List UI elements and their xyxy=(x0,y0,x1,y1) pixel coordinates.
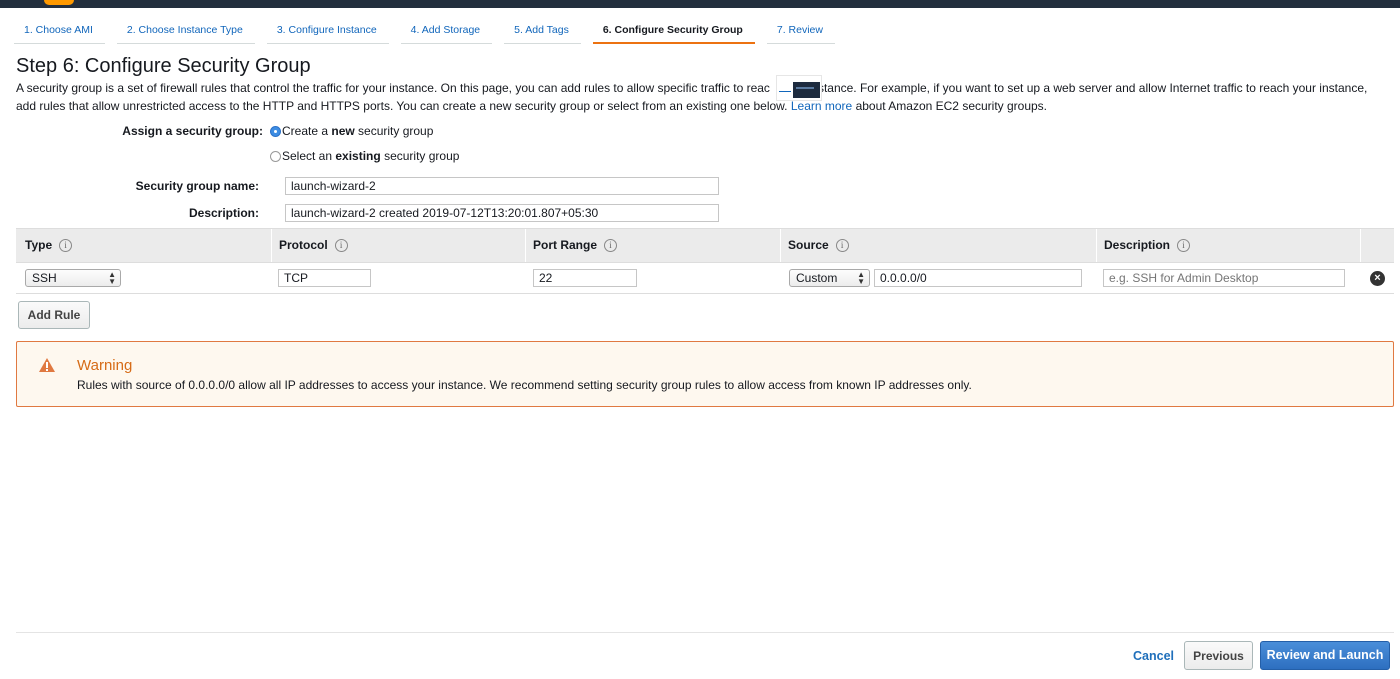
footer-divider xyxy=(16,632,1394,633)
intro-part1: A security group is a set of firewall ru… xyxy=(16,81,770,95)
warning-alert: Warning Rules with source of 0.0.0.0/0 a… xyxy=(16,341,1394,407)
radio-select-existing[interactable]: Select an existing security group xyxy=(270,149,459,163)
warning-title: Warning xyxy=(77,357,133,374)
cancel-link[interactable]: Cancel xyxy=(1133,649,1174,663)
info-icon[interactable]: i xyxy=(604,238,618,252)
info-icon[interactable]: i xyxy=(59,238,73,252)
remove-rule-icon[interactable]: × xyxy=(1370,271,1385,286)
column-divider xyxy=(780,229,781,262)
table-row: SSH ▲▼ Custom ▲▼ × xyxy=(16,263,1394,294)
column-divider xyxy=(525,229,526,262)
radio-create-new-label: Create a new security group xyxy=(282,124,434,138)
info-icon[interactable]: i xyxy=(835,238,849,252)
tab-choose-ami[interactable]: 1. Choose AMI xyxy=(14,18,105,44)
column-divider xyxy=(1360,229,1361,262)
radio-create-new-button[interactable] xyxy=(270,125,281,137)
rule-description-input[interactable] xyxy=(1103,269,1345,287)
rule-protocol-field xyxy=(278,269,371,287)
tab-add-storage[interactable]: 4. Add Storage xyxy=(400,18,493,44)
tab-configure-security-group[interactable]: 6. Configure Security Group xyxy=(592,18,755,44)
column-divider xyxy=(1096,229,1097,262)
tab-review[interactable]: 7. Review xyxy=(766,18,835,44)
col-source: Source i xyxy=(788,238,849,252)
rule-source-cidr-input[interactable] xyxy=(874,269,1082,287)
learn-more-link[interactable]: Learn more xyxy=(791,99,852,113)
intro-tail: about Amazon EC2 security groups. xyxy=(855,99,1048,113)
group-description-input[interactable] xyxy=(285,204,719,222)
group-name-label: Security group name: xyxy=(135,179,259,193)
page-title: Step 6: Configure Security Group xyxy=(16,55,311,77)
radio-select-existing-button[interactable] xyxy=(270,150,281,162)
select-arrows-icon: ▲ ▼ xyxy=(857,270,865,286)
assign-group-label: Assign a security group: xyxy=(122,124,263,138)
tab-configure-instance[interactable]: 3. Configure Instance xyxy=(266,18,389,44)
thumbnail-screen xyxy=(793,82,820,98)
thumbnail-line xyxy=(779,91,791,92)
add-rule-button[interactable]: Add Rule xyxy=(18,301,90,329)
warning-text: Rules with source of 0.0.0.0/0 allow all… xyxy=(77,378,972,392)
radio-select-existing-label: Select an existing security group xyxy=(282,149,460,163)
warning-icon xyxy=(39,358,55,372)
aws-logo-icon[interactable] xyxy=(44,0,74,5)
radio-create-new[interactable]: Create a new security group xyxy=(270,124,433,138)
screenshot-thumbnail-overlay[interactable] xyxy=(776,75,822,101)
col-type: Type i xyxy=(25,238,73,252)
col-protocol: Protocol i xyxy=(279,238,348,252)
rule-port-range-field[interactable] xyxy=(533,269,637,287)
info-icon[interactable]: i xyxy=(334,238,348,252)
console-topbar xyxy=(0,0,1400,8)
intro-text: A security group is a set of firewall ru… xyxy=(16,79,1386,115)
rule-source-select[interactable]: Custom ▲ ▼ xyxy=(789,269,870,287)
group-description-label: Description: xyxy=(188,206,259,220)
col-port-range: Port Range i xyxy=(533,238,618,252)
rule-type-select[interactable]: SSH ▲ ▼ xyxy=(25,269,121,287)
tab-add-tags[interactable]: 5. Add Tags xyxy=(504,18,581,44)
wizard-tabs: 1. Choose AMI 2. Choose Instance Type 3.… xyxy=(14,18,847,44)
info-icon[interactable]: i xyxy=(1177,238,1191,252)
rules-table-header: Type i Protocol i Port Range i Source i Desc… xyxy=(16,228,1394,263)
group-name-input[interactable] xyxy=(285,177,719,195)
review-and-launch-button[interactable]: Review and Launch xyxy=(1260,641,1390,670)
previous-button[interactable]: Previous xyxy=(1184,641,1253,670)
tab-choose-instance-type[interactable]: 2. Choose Instance Type xyxy=(116,18,255,44)
col-description: Description i xyxy=(1104,238,1191,252)
select-arrows-icon: ▲ ▼ xyxy=(108,270,116,286)
column-divider xyxy=(271,229,272,262)
